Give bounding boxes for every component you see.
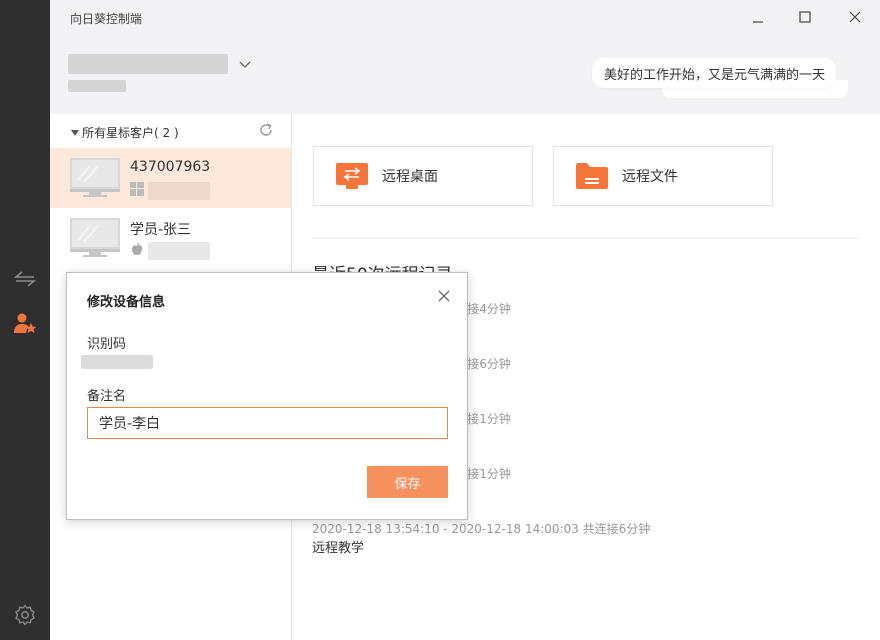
slogan-text: 美好的工作开始，又是元气满满的一天 [604,67,826,83]
app-title: 向日葵控制端 [70,12,143,26]
device-remark-blurred [148,182,210,200]
folder-icon [576,163,608,189]
monitor-icon [70,218,120,258]
windows-icon [130,182,144,196]
remote-control-icon[interactable] [12,266,38,292]
starred-group-header[interactable]: 所有星标客户( 2 ) [70,124,179,141]
account-name-blurred [68,54,228,74]
close-window-button[interactable] [843,6,867,28]
remote-file-button[interactable]: 远程文件 [553,146,773,206]
remote-desktop-button[interactable]: 远程桌面 [313,146,533,206]
divider [312,238,860,239]
minimize-button[interactable] [746,6,770,28]
account-dropdown-chevron-icon[interactable] [238,58,252,72]
starred-group-label: 所有星标客户( 2 ) [82,126,179,140]
collapse-triangle-icon [71,129,79,136]
device-item-437007963[interactable]: 437007963 [50,148,291,208]
device-name: 437007963 [130,159,211,175]
save-button[interactable]: 保存 [367,466,448,498]
history-row[interactable]: 2020-12-18 13:54:10 - 2020-12-18 14:00:0… [312,520,650,537]
settings-gear-icon[interactable] [12,602,38,628]
left-rail [0,0,50,640]
apple-icon [130,242,144,256]
remark-input[interactable] [87,407,448,439]
contacts-icon[interactable] [12,310,38,336]
device-remark-blurred [148,242,210,260]
maximize-button[interactable] [793,6,817,28]
history-row-subtitle: 远程教学 [312,541,365,556]
device-name: 学员-张三 [130,222,192,238]
remote-file-label: 远程文件 [622,169,678,185]
remote-desktop-label: 远程桌面 [382,169,438,185]
id-label: 识别码 [87,337,127,352]
monitor-icon [70,158,120,198]
slogan-bubble: 美好的工作开始，又是元气满满的一天 [592,58,836,88]
dialog-title: 修改设备信息 [87,295,166,310]
account-id-blurred [68,80,126,92]
device-item-student[interactable]: 学员-张三 [50,208,291,268]
edit-device-dialog: 修改设备信息 识别码 备注名 保存 [66,272,468,520]
header: 向日葵控制端 美好的工作开始，又是元气满满的一天 [50,0,880,114]
remark-label: 备注名 [87,389,127,404]
id-value-blurred [81,355,153,369]
remote-desktop-icon [336,163,368,189]
close-icon[interactable] [437,289,455,307]
refresh-icon[interactable] [258,122,276,140]
